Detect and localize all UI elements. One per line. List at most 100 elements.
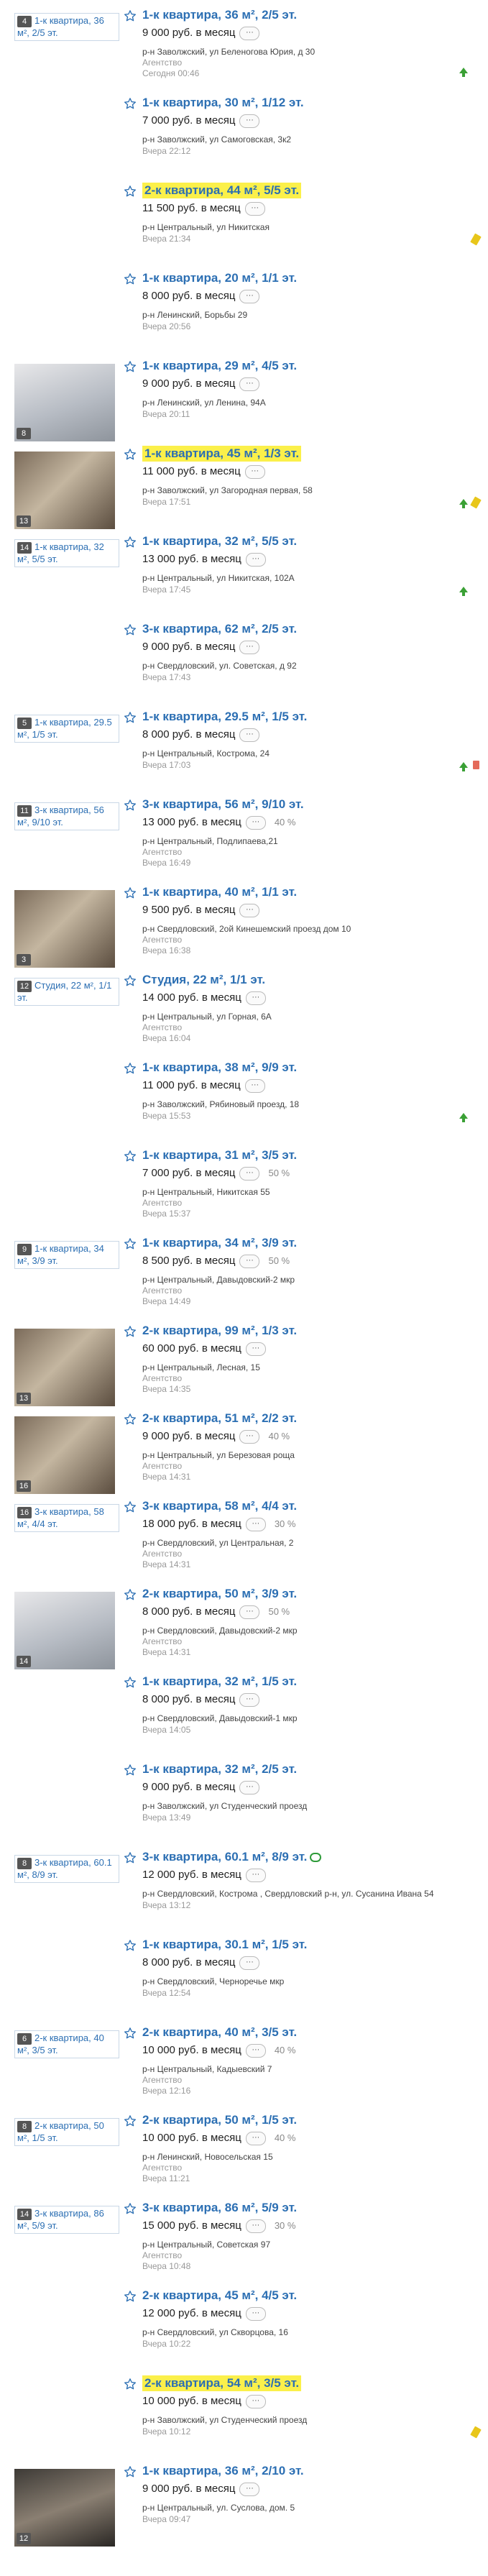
more-options-button[interactable]: ··· bbox=[239, 1605, 260, 1619]
listing-item[interactable]: 5 1-к квартира, 29.5 м², 1/5 эт. 1-к кварт… bbox=[0, 709, 488, 791]
favorite-star-icon[interactable] bbox=[124, 185, 137, 198]
listing-item[interactable]: 9 1-к квартира, 34 м², 3/9 эт. 1-к квартир… bbox=[0, 1235, 488, 1317]
raise-arrow-icon[interactable] bbox=[459, 587, 468, 596]
more-options-button[interactable]: ··· bbox=[245, 2043, 266, 2058]
more-options-button[interactable]: ··· bbox=[239, 640, 260, 654]
favorite-star-icon[interactable] bbox=[124, 623, 137, 636]
favorite-star-icon[interactable] bbox=[124, 799, 137, 812]
listing-title-link[interactable]: 1-к квартира, 30 м², 1/12 эт. bbox=[142, 95, 304, 111]
listing-title-link[interactable]: 2-к квартира, 45 м², 4/5 эт. bbox=[142, 2288, 297, 2304]
listing-item[interactable]: 4 1-к квартира, 36 м², 2/5 эт. 1-к квартир… bbox=[0, 7, 488, 89]
more-options-button[interactable]: ··· bbox=[239, 1692, 260, 1707]
favorite-star-icon[interactable] bbox=[124, 2290, 137, 2303]
listing-title-link[interactable]: 2-к квартира, 44 м², 5/5 эт. bbox=[142, 183, 302, 198]
listing-item[interactable]: 1-к квартира, 32 м², 2/5 эт. 9 000 руб. в… bbox=[0, 1761, 488, 1843]
listing-title-link[interactable]: 3-к квартира, 86 м², 5/9 эт. bbox=[142, 2200, 297, 2216]
more-options-button[interactable]: ··· bbox=[245, 1342, 266, 1356]
listing-item[interactable]: 1-к квартира, 32 м², 1/5 эт. 8 000 руб. в… bbox=[0, 1674, 488, 1756]
more-options-button[interactable]: ··· bbox=[244, 1078, 265, 1093]
favorite-star-icon[interactable] bbox=[124, 1764, 137, 1777]
listing-item[interactable]: 8 1-к квартира, 29 м², 4/5 эт. 9 000 руб. … bbox=[0, 358, 488, 441]
listing-item[interactable]: 8 3-к квартира, 60.1 м², 8/9 эт. 3-к кварт… bbox=[0, 1849, 488, 1931]
listing-photo[interactable]: 3 bbox=[14, 890, 115, 968]
listing-title-link[interactable]: 1-к квартира, 40 м², 1/1 эт. bbox=[142, 884, 297, 900]
listing-item[interactable]: 13 2-к квартира, 99 м², 1/3 эт. 60 000 руб… bbox=[0, 1323, 488, 1406]
more-options-button[interactable]: ··· bbox=[239, 1780, 260, 1795]
listing-title-link[interactable]: 1-к квартира, 20 м², 1/1 эт. bbox=[142, 270, 297, 286]
more-options-button[interactable]: ··· bbox=[245, 2131, 266, 2145]
listing-thumbnail[interactable]: 14 1-к квартира, 32 м², 5/5 эт. bbox=[14, 539, 119, 567]
favorite-star-icon[interactable] bbox=[124, 2378, 137, 2391]
listing-title-link[interactable]: 1-к квартира, 36 м², 2/10 эт. bbox=[142, 2463, 304, 2479]
favorite-star-icon[interactable] bbox=[124, 2465, 137, 2478]
listing-item[interactable]: 14 3-к квартира, 86 м², 5/9 эт. 3-к кварти… bbox=[0, 2200, 488, 2282]
pencil-icon[interactable] bbox=[470, 496, 482, 509]
pencil-icon[interactable] bbox=[470, 2426, 482, 2439]
more-options-button[interactable]: ··· bbox=[239, 289, 260, 303]
favorite-star-icon[interactable] bbox=[124, 2114, 137, 2127]
more-options-button[interactable]: ··· bbox=[245, 815, 266, 830]
favorite-star-icon[interactable] bbox=[124, 2027, 137, 2040]
listing-thumbnail[interactable]: 4 1-к квартира, 36 м², 2/5 эт. bbox=[14, 13, 119, 41]
listing-title-link[interactable]: 1-к квартира, 30.1 м², 1/5 эт. bbox=[142, 1937, 307, 1953]
more-options-button[interactable]: ··· bbox=[239, 903, 260, 917]
more-options-button[interactable]: ··· bbox=[245, 2306, 266, 2321]
listing-item[interactable]: 2-к квартира, 54 м², 3/5 эт. 10 000 руб. … bbox=[0, 2375, 488, 2457]
more-options-button[interactable]: ··· bbox=[245, 552, 266, 567]
raise-arrow-icon[interactable] bbox=[459, 762, 468, 771]
listing-title-link[interactable]: 2-к квартира, 50 м², 3/9 эт. bbox=[142, 1586, 297, 1602]
listing-title-link[interactable]: 1-к квартира, 36 м², 2/5 эт. bbox=[142, 7, 297, 23]
listing-title-link[interactable]: 2-к квартира, 99 м², 1/3 эт. bbox=[142, 1323, 297, 1339]
favorite-star-icon[interactable] bbox=[124, 1500, 137, 1513]
more-options-button[interactable]: ··· bbox=[239, 728, 260, 742]
pencil-icon[interactable] bbox=[470, 233, 482, 246]
more-options-button[interactable]: ··· bbox=[239, 114, 260, 128]
listing-item[interactable]: 12 Студия, 22 м², 1/1 эт. Студия, 22 м², 1… bbox=[0, 972, 488, 1054]
raise-arrow-icon[interactable] bbox=[459, 1113, 468, 1122]
listing-item[interactable]: 1-к квартира, 30 м², 1/12 эт. 7 000 руб. … bbox=[0, 95, 488, 177]
listing-title-link[interactable]: 3-к квартира, 60.1 м², 8/9 эт. bbox=[142, 1849, 322, 1865]
listing-title-link[interactable]: 1-к квартира, 29.5 м², 1/5 эт. bbox=[142, 709, 307, 725]
more-options-button[interactable]: ··· bbox=[239, 377, 260, 391]
listing-item[interactable]: 8 2-к квартира, 50 м², 1/5 эт. 2-к квартир… bbox=[0, 2112, 488, 2194]
more-options-button[interactable]: ··· bbox=[239, 2482, 260, 2496]
listing-title-link[interactable]: 1-к квартира, 34 м², 3/9 эт. bbox=[142, 1235, 297, 1251]
favorite-star-icon[interactable] bbox=[124, 711, 137, 724]
more-options-button[interactable]: ··· bbox=[245, 2219, 266, 2233]
listing-thumbnail[interactable]: 5 1-к квартира, 29.5 м², 1/5 эт. bbox=[14, 715, 119, 743]
listing-thumbnail[interactable]: 6 2-к квартира, 40 м², 3/5 эт. bbox=[14, 2030, 119, 2058]
listing-photo[interactable]: 8 bbox=[14, 364, 115, 441]
listing-thumbnail[interactable]: 12 Студия, 22 м², 1/1 эт. bbox=[14, 978, 119, 1006]
listing-item[interactable]: 11 3-к квартира, 56 м², 9/10 эт. 3-к кварт… bbox=[0, 797, 488, 879]
favorite-star-icon[interactable] bbox=[124, 360, 137, 373]
favorite-star-icon[interactable] bbox=[124, 886, 137, 899]
listing-title-link[interactable]: 1-к квартира, 32 м², 1/5 эт. bbox=[142, 1674, 297, 1690]
listing-title-link[interactable]: 1-к квартира, 32 м², 2/5 эт. bbox=[142, 1761, 297, 1777]
favorite-star-icon[interactable] bbox=[124, 1150, 137, 1163]
favorite-star-icon[interactable] bbox=[124, 1325, 137, 1338]
listing-item[interactable]: 1-к квартира, 31 м², 3/5 эт. 7 000 руб. в… bbox=[0, 1147, 488, 1229]
listing-title-link[interactable]: 1-к квартира, 32 м², 5/5 эт. bbox=[142, 533, 297, 549]
listing-photo[interactable]: 13 bbox=[14, 1329, 115, 1406]
raise-arrow-icon[interactable] bbox=[459, 68, 468, 77]
listing-item[interactable]: 14 1-к квартира, 32 м², 5/5 эт. 1-к кварти… bbox=[0, 533, 488, 615]
favorite-star-icon[interactable] bbox=[124, 2202, 137, 2215]
favorite-star-icon[interactable] bbox=[124, 1939, 137, 1952]
listing-item[interactable]: 2-к квартира, 45 м², 4/5 эт. 12 000 руб. … bbox=[0, 2288, 488, 2370]
listing-title-link[interactable]: 3-к квартира, 62 м², 2/5 эт. bbox=[142, 621, 297, 637]
favorite-star-icon[interactable] bbox=[124, 272, 137, 285]
listing-item[interactable]: 3 1-к квартира, 40 м², 1/1 эт. 9 500 руб. … bbox=[0, 884, 488, 968]
more-options-button[interactable]: ··· bbox=[244, 464, 265, 479]
more-options-button[interactable]: ··· bbox=[239, 1166, 260, 1181]
favorite-star-icon[interactable] bbox=[124, 1588, 137, 1601]
listing-title-link[interactable]: 1-к квартира, 38 м², 9/9 эт. bbox=[142, 1060, 297, 1076]
listing-title-link[interactable]: 2-к квартира, 54 м², 3/5 эт. bbox=[142, 2375, 302, 2391]
listing-title-link[interactable]: 1-к квартира, 29 м², 4/5 эт. bbox=[142, 358, 297, 374]
more-options-button[interactable]: ··· bbox=[245, 991, 266, 1005]
favorite-star-icon[interactable] bbox=[124, 1851, 137, 1864]
listing-item[interactable]: 6 2-к квартира, 40 м², 3/5 эт. 2-к квартир… bbox=[0, 2025, 488, 2107]
listing-title-link[interactable]: 3-к квартира, 56 м², 9/10 эт. bbox=[142, 797, 304, 812]
listing-title-link[interactable]: 2-к квартира, 40 м², 3/5 эт. bbox=[142, 2025, 297, 2040]
more-options-button[interactable]: ··· bbox=[239, 1429, 260, 1444]
trash-icon[interactable] bbox=[473, 761, 479, 769]
